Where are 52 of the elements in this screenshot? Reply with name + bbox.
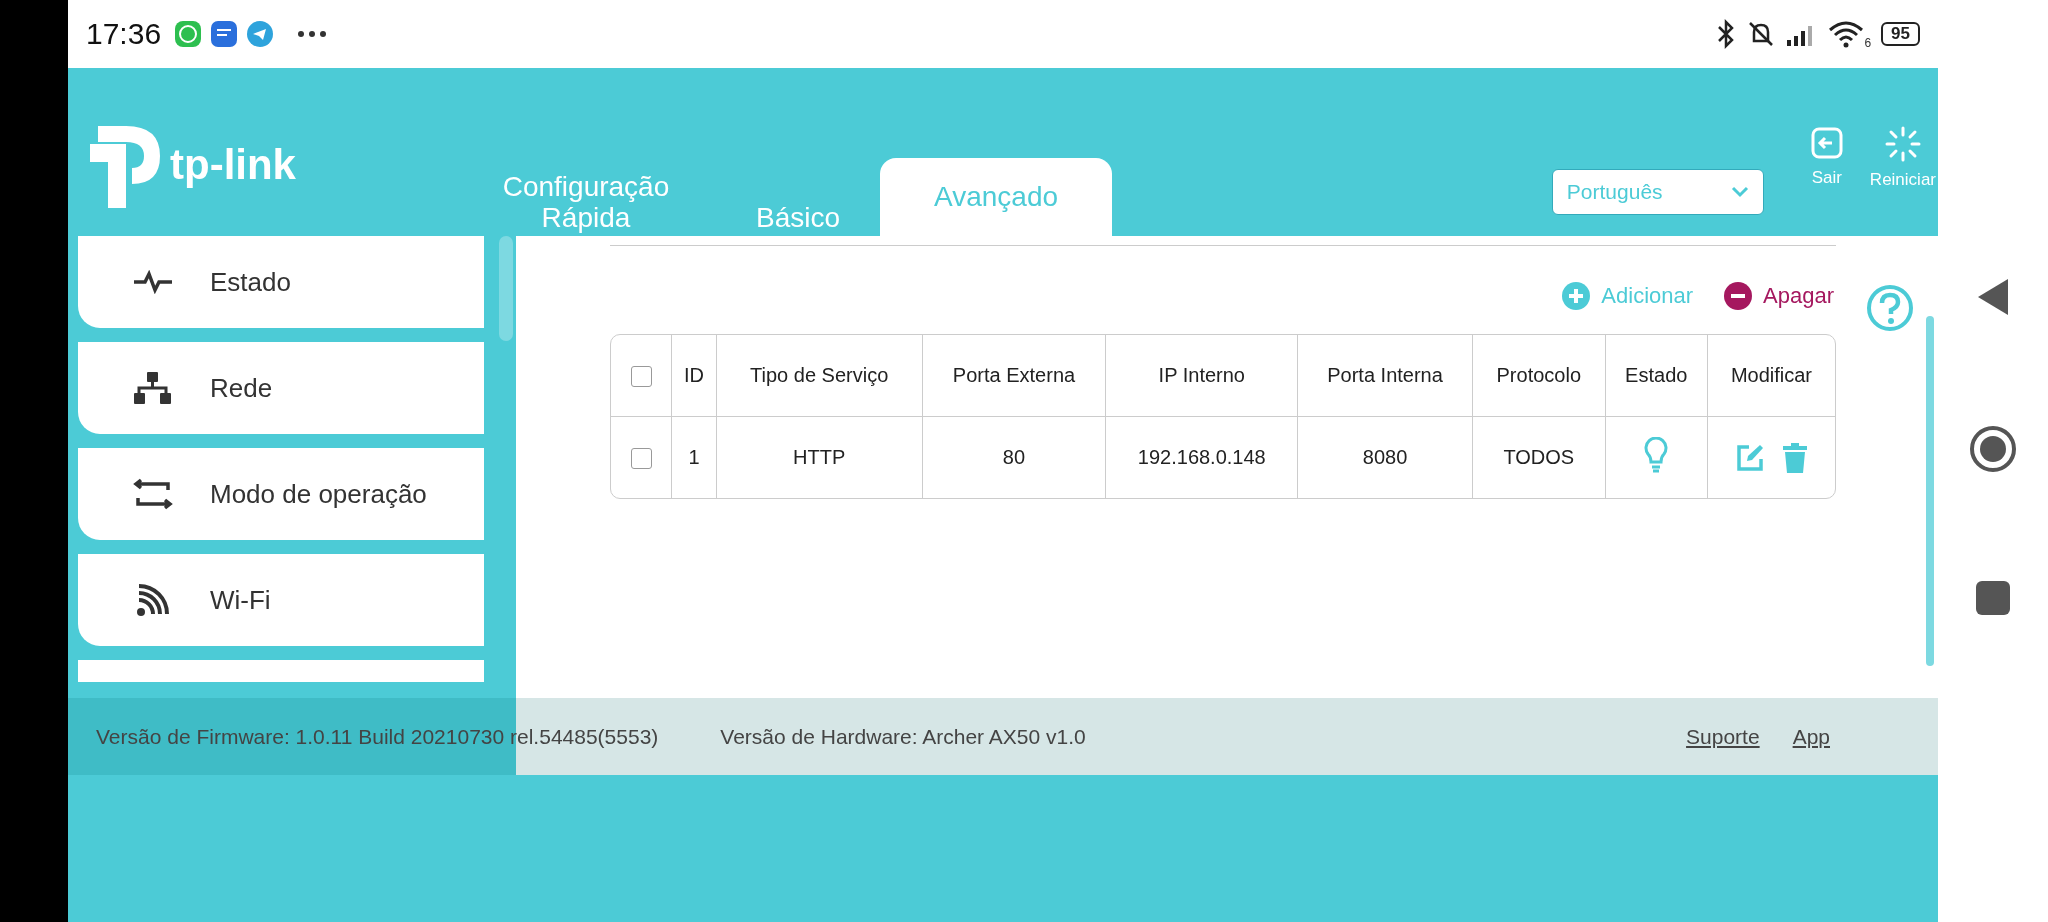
column-header: Porta Externa — [921, 335, 1106, 416]
column-header: ID — [671, 335, 716, 416]
scrollbar[interactable] — [1926, 316, 1934, 666]
plus-circle-icon — [1561, 281, 1592, 311]
paper-plane-app-icon — [247, 21, 274, 47]
network-icon — [133, 371, 173, 405]
table-cell: TODOS — [1472, 416, 1605, 498]
chevron-down-icon — [1730, 186, 1749, 198]
wifi-icon — [136, 583, 170, 617]
table-cell: 8080 — [1297, 416, 1472, 498]
edit-icon[interactable] — [1735, 442, 1766, 473]
table-cell: 1 — [671, 416, 716, 498]
column-header: Porta Interna — [1297, 335, 1472, 416]
column-header: Modificar — [1706, 335, 1835, 416]
message-app-icon — [211, 21, 238, 47]
sidebar-item[interactable]: Wi-Fi — [78, 554, 484, 646]
hardware-version: Versão de Hardware: Archer AX50 v1.0 — [720, 724, 1086, 749]
scrollbar[interactable] — [499, 236, 513, 341]
column-header: IP Interno — [1105, 335, 1298, 416]
wifi-standard-label: 6 — [1864, 36, 1872, 50]
sidebar-item[interactable] — [78, 660, 484, 682]
table-cell: 192.168.0.148 — [1105, 416, 1298, 498]
sidebar-item[interactable]: Estado — [78, 236, 484, 328]
checkbox[interactable] — [630, 448, 652, 470]
column-header: Protocolo — [1472, 335, 1605, 416]
footer-link[interactable]: Suporte — [1686, 724, 1760, 749]
lightbulb-icon[interactable] — [1643, 437, 1670, 473]
table-cell: HTTP — [715, 416, 922, 498]
delete-button[interactable]: Apagar — [1723, 281, 1834, 311]
footer-link[interactable]: App — [1792, 724, 1830, 749]
back-icon[interactable] — [1976, 277, 2010, 317]
help-icon[interactable] — [1866, 284, 1914, 332]
status-time: 17:36 — [86, 17, 162, 51]
battery-level: 95 — [1881, 22, 1920, 46]
minus-circle-icon — [1723, 281, 1754, 311]
pulse-icon — [133, 270, 173, 294]
column-header: Estado — [1604, 335, 1707, 416]
wifi-icon — [1828, 20, 1865, 48]
more-icon — [297, 30, 328, 38]
trash-icon[interactable] — [1783, 442, 1808, 473]
logout-icon — [1809, 126, 1844, 160]
table-cell: 80 — [921, 416, 1106, 498]
checkbox[interactable] — [630, 366, 652, 388]
home-icon[interactable] — [1969, 425, 2017, 473]
logo-text: tp-link — [170, 141, 296, 189]
column-header: Tipo de Serviço — [715, 335, 922, 416]
swap-arrows-icon — [133, 476, 173, 512]
loading-spinner-icon — [1884, 126, 1921, 162]
sidebar-item[interactable]: Rede — [78, 342, 484, 434]
recents-icon[interactable] — [1976, 581, 2010, 615]
chat-app-icon — [175, 21, 202, 47]
sidebar-item[interactable]: Modo de operação — [78, 448, 484, 540]
